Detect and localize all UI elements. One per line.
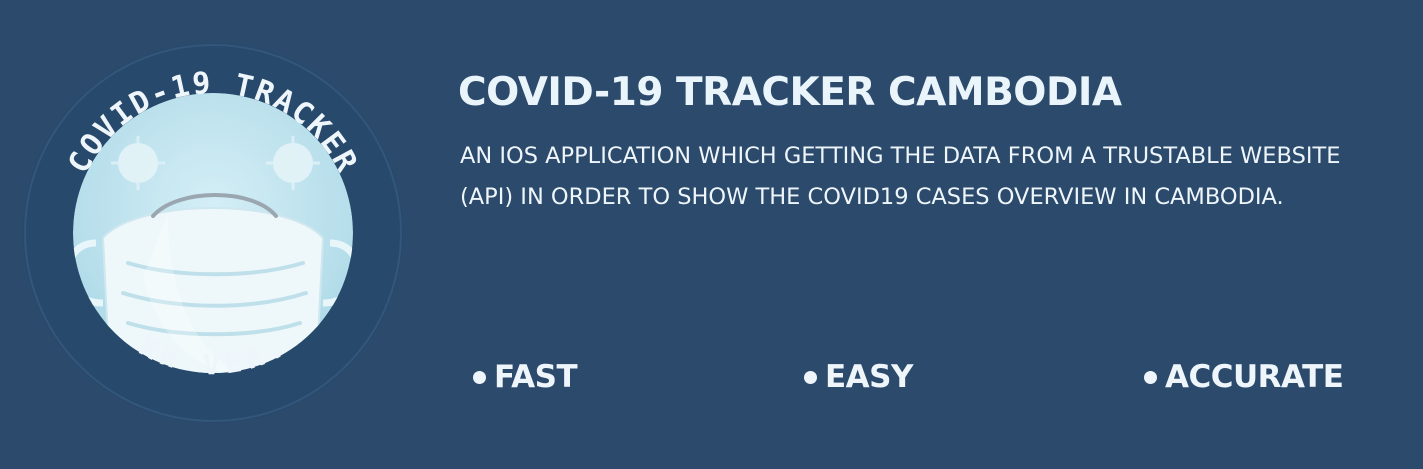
- feature-label: EASY: [825, 359, 913, 395]
- feature-label: ACCURATE: [1165, 359, 1344, 395]
- feature-item-fast: FAST: [473, 352, 578, 402]
- bullet-icon: [1144, 370, 1157, 384]
- feature-item-accurate: ACCURATE: [1144, 352, 1344, 402]
- bullet-icon: [473, 370, 486, 384]
- app-description: AN IOS APPLICATION WHICH GETTING THE DAT…: [460, 143, 1341, 210]
- bullet-icon: [804, 370, 817, 384]
- page-title: COVID-19 TRACKER CAMBODIA: [458, 70, 1122, 115]
- feature-label: FAST: [494, 359, 578, 395]
- feature-list: FAST EASY ACCURATE: [0, 352, 1423, 402]
- banner: COVID-19 TRACKER KH VER. COVID-19 TRACKE…: [0, 0, 1423, 469]
- feature-item-easy: EASY: [804, 352, 913, 402]
